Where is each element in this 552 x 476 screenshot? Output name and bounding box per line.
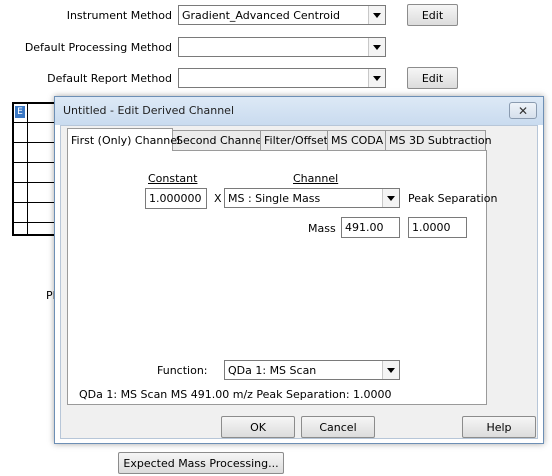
mass-label: Mass: [308, 222, 336, 235]
tab-first-channel[interactable]: First (Only) Channel: [67, 128, 180, 151]
chevron-down-icon[interactable]: [382, 361, 399, 379]
peak-separation-input[interactable]: 1.0000: [408, 217, 467, 238]
grid-row[interactable]: [14, 184, 58, 203]
tab-filter-offset[interactable]: Filter/Offset: [260, 130, 328, 150]
chevron-down-icon[interactable]: [382, 189, 399, 207]
tab-ms-3d-subtraction[interactable]: MS 3D Subtraction: [385, 130, 492, 150]
dialog-titlebar[interactable]: Untitled - Edit Derived Channel ✕: [55, 97, 543, 125]
grid-row[interactable]: [14, 124, 58, 143]
dialog-title: Untitled - Edit Derived Channel: [63, 104, 235, 117]
default-report-edit-button[interactable]: Edit: [407, 67, 458, 89]
instrument-method-value: Gradient_Advanced Centroid: [182, 8, 340, 22]
background-grid[interactable]: E: [12, 102, 60, 236]
tab-label: First (Only) Channel: [71, 133, 181, 147]
constant-label: Constant: [148, 172, 198, 185]
tab-label: Filter/Offset: [264, 134, 328, 147]
default-processing-label: Default Processing Method: [24, 41, 172, 54]
tab-panel-first-channel: Constant 1.000000 X Channel MS : Single …: [67, 150, 497, 405]
mass-input[interactable]: 491.00: [341, 217, 400, 238]
ok-button[interactable]: OK: [221, 416, 295, 438]
channel-value: MS : Single Mass: [228, 191, 321, 205]
function-label: Function:: [157, 364, 208, 377]
tab-ms-coda[interactable]: MS CODA: [327, 130, 386, 150]
chevron-down-icon[interactable]: [368, 38, 385, 56]
tab-second-channel[interactable]: Second Channel: [172, 130, 265, 150]
edit-derived-channel-dialog: Untitled - Edit Derived Channel ✕ First …: [54, 96, 544, 444]
help-button[interactable]: Help: [462, 416, 536, 438]
channel-summary-text: QDa 1: MS Scan MS 491.00 m/z Peak Separa…: [79, 388, 392, 401]
grid-row[interactable]: [14, 164, 58, 183]
chevron-down-icon[interactable]: [368, 6, 385, 24]
instrument-method-label: Instrument Method: [66, 9, 172, 22]
instrument-method-edit-button[interactable]: Edit: [407, 4, 458, 26]
instrument-method-combo[interactable]: Gradient_Advanced Centroid: [178, 5, 386, 25]
function-combo[interactable]: QDa 1: MS Scan: [224, 360, 400, 380]
close-icon[interactable]: ✕: [509, 102, 537, 119]
default-processing-combo[interactable]: [178, 37, 386, 57]
tab-label: MS 3D Subtraction: [389, 134, 492, 147]
expected-mass-processing-button[interactable]: Expected Mass Processing...: [118, 452, 284, 474]
default-report-combo[interactable]: [178, 68, 386, 88]
multiply-sign: X: [214, 192, 222, 205]
channel-combo[interactable]: MS : Single Mass: [224, 188, 400, 208]
dialog-body: First (Only) Channel Second Channel Filt…: [60, 125, 538, 439]
tab-label: MS CODA: [331, 134, 384, 147]
chevron-down-icon[interactable]: [368, 69, 385, 87]
function-value: QDa 1: MS Scan: [228, 363, 317, 377]
grid-row[interactable]: [14, 104, 58, 123]
cancel-button[interactable]: Cancel: [301, 416, 375, 438]
default-report-label: Default Report Method: [47, 72, 172, 85]
grid-row[interactable]: [14, 204, 58, 223]
peak-separation-label: Peak Separation: [408, 192, 498, 205]
constant-input[interactable]: 1.000000: [145, 188, 207, 209]
grid-row[interactable]: [14, 144, 58, 163]
channel-label: Channel: [293, 172, 339, 185]
tab-label: Second Channel: [176, 134, 266, 147]
